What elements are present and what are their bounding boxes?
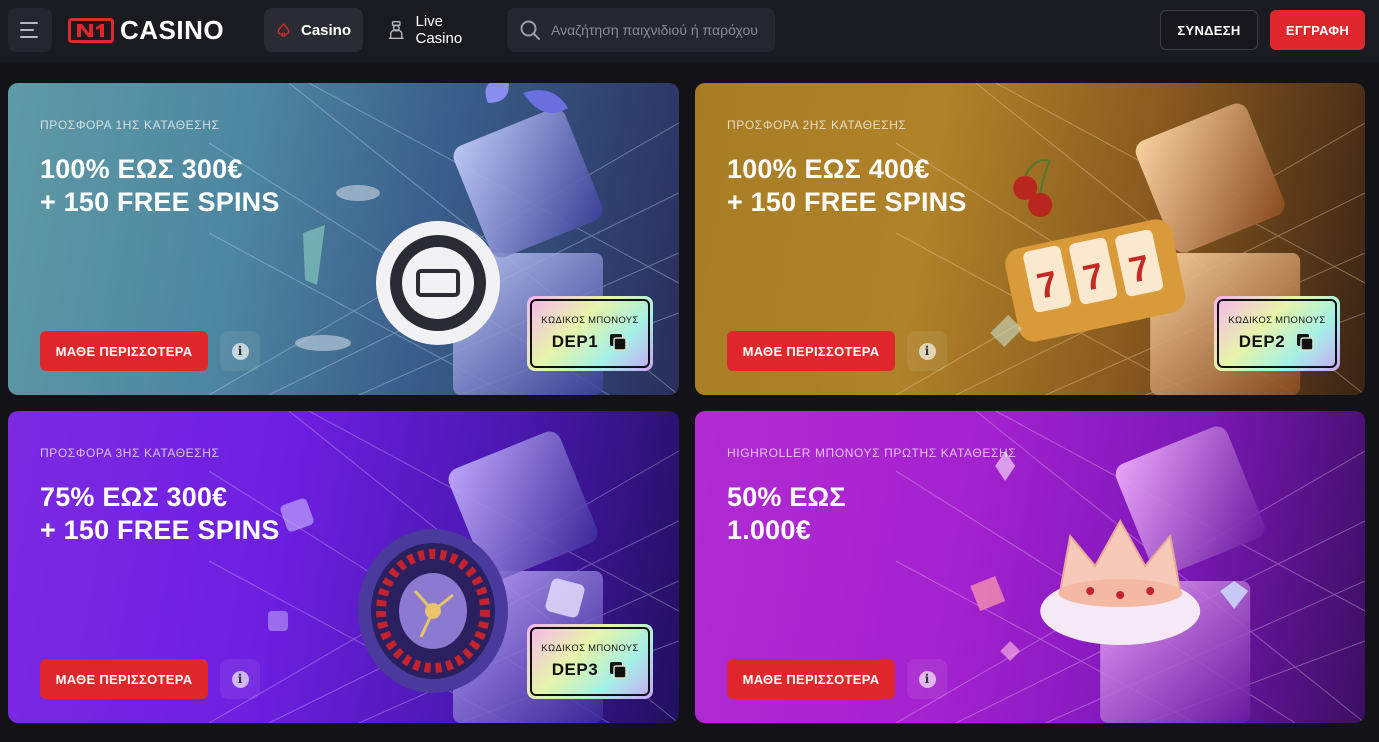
bonus-code-label: ΚΩΔΙΚΟΣ ΜΠΟΝΟΥΣ [1228,315,1326,326]
learn-more-button[interactable]: ΜΑΘΕ ΠΕΡΙΣΣΟΤΕΡΑ [40,331,208,371]
bonus-code-inner: ΚΩΔΙΚΟΣ ΜΠΟΝΟΥΣ DEP3 [530,627,650,696]
bonus-code-label: ΚΩΔΙΚΟΣ ΜΠΟΝΟΥΣ [541,315,639,326]
dealer-icon [388,20,404,40]
copy-icon[interactable] [608,660,628,680]
search-icon [520,20,540,40]
bonus-code-label: ΚΩΔΙΚΟΣ ΜΠΟΝΟΥΣ [541,643,639,654]
learn-more-button[interactable]: ΜΑΘΕ ΠΕΡΙΣΣΟΤΕΡΑ [727,331,895,371]
info-button[interactable]: i [907,659,947,699]
bonus-code-box[interactable]: ΚΩΔΙΚΟΣ ΜΠΟΝΟΥΣ DEP1 [527,296,653,371]
promo-eyebrow: ΠΡΟΣΦΟΡΑ 1ΗΣ ΚΑΤΑΘΕΣΗΣ [40,118,220,132]
promo-eyebrow: ΠΡΟΣΦΟΡΑ 3ΗΣ ΚΑΤΑΘΕΣΗΣ [40,446,220,460]
promo-eyebrow: ΠΡΟΣΦΟΡΑ 2ΗΣ ΚΑΤΑΘΕΣΗΣ [727,118,907,132]
learn-more-button[interactable]: ΜΑΘΕ ΠΕΡΙΣΣΟΤΕΡΑ [40,659,208,699]
nav-tab-label: Live Casino [415,13,463,47]
copy-icon[interactable] [608,332,628,352]
n1-logo-icon [68,17,114,43]
info-icon: i [918,342,936,360]
promo-card-deposit-2[interactable]: 7 7 7 ΠΡΟΣΦΟΡΑ 2ΗΣ ΚΑΤΑΘΕΣΗΣ 100% ΕΩΣ 40… [695,83,1365,395]
info-icon: i [231,342,249,360]
nav-tab-label: Casino [300,21,351,39]
bonus-code-box[interactable]: ΚΩΔΙΚΟΣ ΜΠΟΝΟΥΣ DEP2 [1214,296,1340,371]
bonus-code-value: DEP1 [551,332,599,351]
bonus-code-box[interactable]: ΚΩΔΙΚΟΣ ΜΠΟΝΟΥΣ DEP3 [527,624,653,699]
nav-tab-live-casino[interactable]: Live Casino [375,8,500,52]
bonus-code-inner: ΚΩΔΙΚΟΣ ΜΠΟΝΟΥΣ DEP1 [530,299,650,368]
promo-title: 100% ΕΩΣ 300€ + 150 FREE SPINS [40,154,280,217]
promo-title: 100% ΕΩΣ 400€ + 150 FREE SPINS [727,154,967,217]
promo-card-deposit-1[interactable]: ΠΡΟΣΦΟΡΑ 1ΗΣ ΚΑΤΑΘΕΣΗΣ 100% ΕΩΣ 300€ + 1… [8,83,679,395]
info-icon: i [231,670,249,688]
search-box[interactable] [507,8,775,52]
nav-tab-casino[interactable]: Casino [264,8,363,52]
info-button[interactable]: i [220,331,260,371]
info-button[interactable]: i [907,331,947,371]
menu-line [20,36,38,38]
copy-icon[interactable] [1295,332,1315,352]
logo[interactable]: CASINO [68,17,224,43]
info-icon: i [918,670,936,688]
bonus-code-inner: ΚΩΔΙΚΟΣ ΜΠΟΝΟΥΣ DEP2 [1217,299,1337,368]
learn-more-button[interactable]: ΜΑΘΕ ΠΕΡΙΣΣΟΤΕΡΑ [727,659,895,699]
hamburger-menu-button[interactable] [8,8,52,52]
logo-text: CASINO [120,15,225,45]
promo-title: 75% ΕΩΣ 300€ + 150 FREE SPINS [40,482,280,545]
login-button[interactable]: ΣΥΝΔΕΣΗ [1160,10,1258,50]
bonus-code-value: DEP2 [1238,332,1286,351]
bonus-code-row: DEP2 [1239,332,1315,352]
bonus-code-row: DEP1 [552,332,628,352]
register-button[interactable]: ΕΓΓΡΑΦΗ [1270,10,1365,50]
menu-line [20,29,34,31]
info-button[interactable]: i [220,659,260,699]
promo-title: 50% ΕΩΣ 1.000€ [727,482,846,545]
promo-eyebrow: HIGHROLLER ΜΠΟΝΟΥΣ ΠΡΩΤΗΣ ΚΑΤΑΘΕΣΗΣ [727,446,1017,460]
spade-icon [277,23,290,37]
promo-card-highroller[interactable]: HIGHROLLER ΜΠΟΝΟΥΣ ΠΡΩΤΗΣ ΚΑΤΑΘΕΣΗΣ 50% … [695,411,1365,723]
top-header: CASINO Casino Live Casino ΣΥΝΔΕΣΗ ΕΓΓΡΑΦ… [0,0,1379,62]
search-input[interactable] [551,22,775,38]
bonus-code-row: DEP3 [552,660,628,680]
bonus-code-value: DEP3 [551,660,599,679]
menu-line [20,22,38,24]
promo-card-deposit-3[interactable]: ΠΡΟΣΦΟΡΑ 3ΗΣ ΚΑΤΑΘΕΣΗΣ 75% ΕΩΣ 300€ + 15… [8,411,679,723]
